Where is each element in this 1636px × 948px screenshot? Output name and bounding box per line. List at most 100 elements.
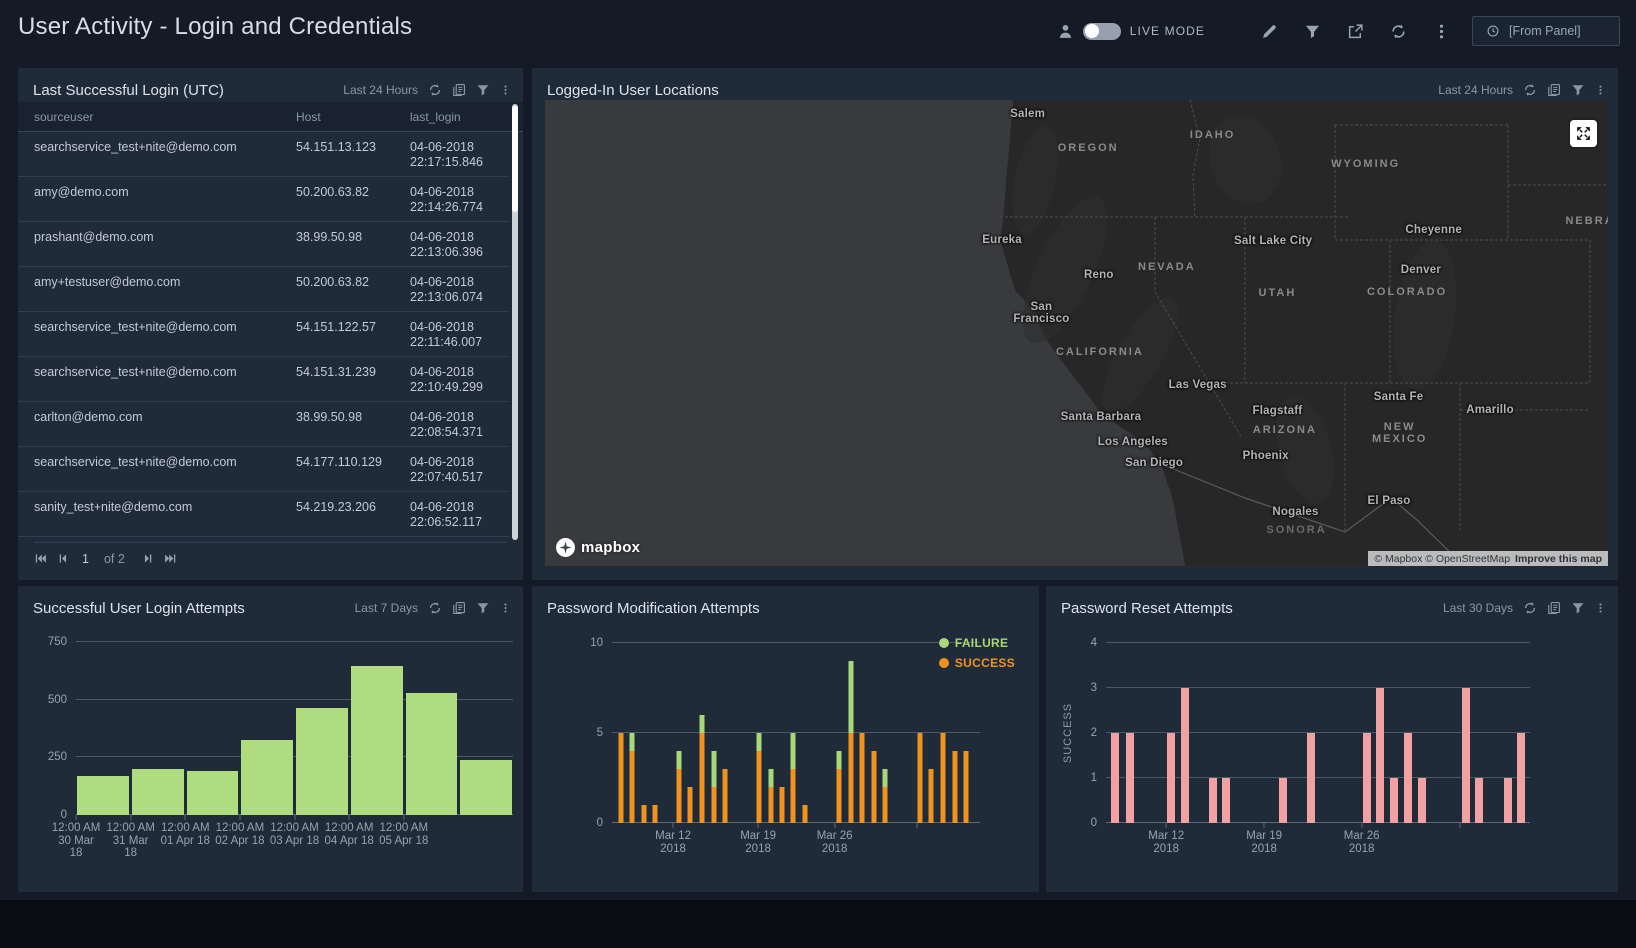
reset-bar[interactable]	[1404, 733, 1412, 823]
copy-icon[interactable]	[1547, 601, 1561, 615]
kebab-menu-icon[interactable]	[1595, 601, 1606, 615]
share-icon[interactable]	[1347, 23, 1364, 40]
stacked-bar[interactable]	[859, 733, 864, 823]
copy-icon[interactable]	[452, 601, 466, 615]
last-page-button[interactable]	[164, 552, 177, 565]
refresh-icon[interactable]	[1523, 601, 1537, 615]
stacked-bar[interactable]	[779, 787, 784, 823]
reset-bar[interactable]	[1181, 688, 1189, 823]
x-tick-label: Mar 12 2018	[655, 830, 691, 855]
login-bar[interactable]	[241, 740, 293, 815]
cell-host: 54.219.23.206	[296, 500, 376, 515]
filter-icon[interactable]	[1304, 23, 1321, 40]
stacked-bar[interactable]	[642, 805, 647, 823]
improve-map-link[interactable]: Improve this map	[1515, 553, 1602, 565]
axis-tick	[1166, 823, 1167, 828]
stacked-bar[interactable]	[849, 661, 854, 823]
topbar: User Activity - Login and Credentials LI…	[0, 0, 1636, 62]
first-page-button[interactable]	[34, 552, 47, 565]
mapbox-logo-icon	[555, 537, 576, 558]
scrollbar-thumb[interactable]	[512, 106, 518, 212]
legend-item[interactable]: FAILURE	[939, 636, 1015, 650]
success-segment	[836, 769, 841, 823]
panel-last-successful-login: Last Successful Login (UTC) Last 24 Hour…	[18, 68, 523, 580]
stacked-bar[interactable]	[630, 733, 635, 823]
stacked-bar[interactable]	[791, 733, 796, 823]
kebab-menu-icon[interactable]	[500, 601, 511, 615]
legend-label: FAILURE	[955, 636, 1008, 650]
filter-icon[interactable]	[1571, 83, 1585, 97]
mapbox-logo[interactable]: mapbox	[555, 537, 640, 558]
reset-bar[interactable]	[1279, 778, 1287, 823]
stacked-bar[interactable]	[836, 751, 841, 823]
kebab-menu-icon[interactable]	[1595, 83, 1606, 97]
stacked-bar[interactable]	[883, 769, 888, 823]
legend-item[interactable]: SUCCESS	[939, 656, 1015, 670]
refresh-icon[interactable]	[428, 83, 442, 97]
refresh-icon[interactable]	[1390, 23, 1407, 40]
legend-label: SUCCESS	[955, 656, 1015, 670]
reset-bar[interactable]	[1363, 733, 1371, 823]
login-bar[interactable]	[460, 760, 512, 815]
stacked-bar[interactable]	[676, 751, 681, 823]
reset-bar[interactable]	[1504, 778, 1512, 823]
filter-icon[interactable]	[476, 83, 490, 97]
login-bar[interactable]	[187, 771, 239, 815]
stacked-bar[interactable]	[918, 733, 923, 823]
previous-page-button[interactable]	[56, 552, 69, 565]
table-row: amy@demo.com50.200.63.8204-06-2018 22:14…	[18, 177, 509, 222]
live-mode-toggle[interactable]	[1083, 23, 1121, 40]
bar-group	[77, 642, 512, 815]
stacked-bar[interactable]	[700, 715, 705, 823]
login-bar[interactable]	[296, 708, 348, 815]
login-bar[interactable]	[132, 769, 184, 815]
y-tick-label: 500	[48, 694, 67, 706]
copy-icon[interactable]	[452, 83, 466, 97]
stacked-bar[interactable]	[768, 769, 773, 823]
next-page-button[interactable]	[142, 552, 155, 565]
reset-bar[interactable]	[1475, 778, 1483, 823]
stacked-bar[interactable]	[802, 805, 807, 823]
success-segment	[768, 787, 773, 823]
reset-bar[interactable]	[1390, 778, 1398, 823]
stacked-bar[interactable]	[723, 769, 728, 823]
stacked-bar[interactable]	[653, 805, 658, 823]
stacked-bar[interactable]	[618, 733, 623, 823]
stacked-bar[interactable]	[964, 751, 969, 823]
reset-bar[interactable]	[1222, 778, 1230, 823]
stacked-bar[interactable]	[872, 751, 877, 823]
copy-icon[interactable]	[1547, 83, 1561, 97]
filter-icon[interactable]	[476, 601, 490, 615]
reset-bar[interactable]	[1167, 733, 1175, 823]
reset-bar[interactable]	[1209, 778, 1217, 823]
stacked-bar[interactable]	[952, 751, 957, 823]
reset-bar[interactable]	[1376, 688, 1384, 823]
table-row: searchservice_test+nite@demo.com54.151.3…	[18, 357, 509, 402]
reset-bar[interactable]	[1307, 733, 1315, 823]
stacked-bar[interactable]	[711, 751, 716, 823]
edit-pencil-icon[interactable]	[1261, 23, 1278, 40]
filter-icon[interactable]	[1571, 601, 1585, 615]
table-row: carlton@demo.com38.99.50.9804-06-2018 22…	[18, 402, 509, 447]
fullscreen-expand-button[interactable]	[1570, 120, 1597, 147]
kebab-menu-icon[interactable]	[500, 83, 511, 97]
refresh-icon[interactable]	[428, 601, 442, 615]
stacked-bar[interactable]	[757, 733, 762, 823]
login-bar[interactable]	[77, 776, 129, 815]
stacked-bar[interactable]	[688, 787, 693, 823]
stacked-bar[interactable]	[929, 769, 934, 823]
cell-host: 54.151.122.57	[296, 320, 376, 335]
refresh-icon[interactable]	[1523, 83, 1537, 97]
login-bar[interactable]	[406, 693, 458, 815]
login-bar[interactable]	[351, 666, 403, 815]
reset-bar[interactable]	[1517, 733, 1525, 823]
page-title: User Activity - Login and Credentials	[18, 13, 412, 41]
map-canvas[interactable]: OREGONIDAHOWYOMINGNEBRASKANEVADAUTAHCOLO…	[545, 100, 1608, 566]
reset-bar[interactable]	[1462, 688, 1470, 823]
stacked-bar[interactable]	[941, 733, 946, 823]
kebab-menu-icon[interactable]	[1433, 23, 1450, 40]
reset-bar[interactable]	[1418, 778, 1426, 823]
reset-bar[interactable]	[1126, 733, 1134, 823]
reset-bar[interactable]	[1111, 733, 1119, 823]
time-range-selector[interactable]: [From Panel]	[1472, 16, 1620, 46]
